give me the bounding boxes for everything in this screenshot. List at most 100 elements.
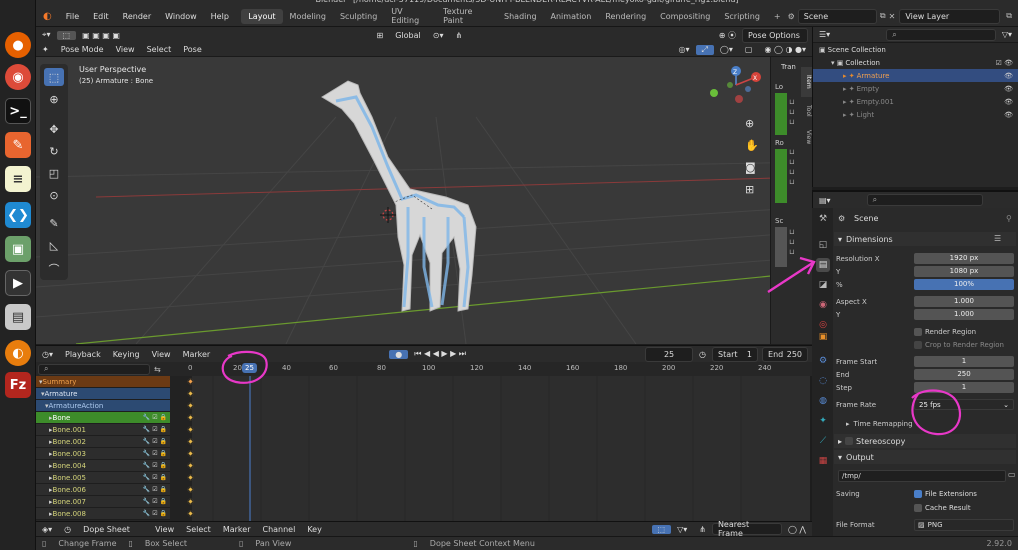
shading-icons[interactable]: ◉ ◯ ◑ ●▾ [758, 45, 812, 54]
image-viewer-icon[interactable]: ▣ [5, 236, 31, 262]
channel-row[interactable]: ▸ Bone.002 🔧 ☑ 🔒 [36, 436, 170, 448]
firefox-icon[interactable]: ● [5, 32, 31, 58]
channel-toggle-icons[interactable]: 🔧 ☑ 🔒 [143, 486, 167, 493]
frame-ruler[interactable]: 0 20 40 60 80 100 120 140 160 180 200 22… [170, 362, 810, 376]
render-region-checkbox[interactable]: Render Region [914, 326, 976, 338]
tab-item[interactable]: Item [801, 67, 812, 97]
gizmo-icon[interactable]: ⤢ [695, 44, 714, 55]
scale-fields[interactable] [775, 227, 787, 267]
properties-editor-icon[interactable]: ▤▾ [813, 196, 837, 205]
editor-type-icon[interactable]: ⌖▾ [36, 30, 57, 40]
footer-menu-marker[interactable]: Marker [217, 525, 257, 534]
add-workspace-icon[interactable]: + [767, 9, 788, 24]
lock-icons[interactable]: ⊔ ⊔ ⊔ ⊔ ⊔ ⊔ ⊔ ⊔ ⊔ ⊔ [789, 97, 794, 257]
channel-row[interactable]: ▾ ArmatureAction [36, 400, 170, 412]
crop-region-checkbox[interactable]: Crop to Render Region [914, 339, 1004, 351]
tab-sculpting[interactable]: Sculpting [333, 9, 384, 24]
scene-field[interactable]: Scene [797, 8, 877, 24]
timeline-menu-playback[interactable]: Playback [59, 350, 107, 359]
menu-render[interactable]: Render [116, 12, 158, 21]
frame-step-field[interactable]: 1 [914, 382, 1014, 393]
rotate-tool-icon[interactable]: ↻ [44, 142, 64, 160]
channel-row[interactable]: ▾ Armature [36, 388, 170, 400]
dopesheet-editor-icon[interactable]: ◈▾ [36, 525, 58, 534]
aspect-x-field[interactable]: 1.000 [914, 296, 1014, 307]
footer-menu-key[interactable]: Key [301, 525, 328, 534]
tab-rendering[interactable]: Rendering [598, 9, 653, 24]
footer-menu-view[interactable]: View [149, 525, 180, 534]
channel-toggle-icons[interactable]: 🔧 ☑ 🔒 [143, 510, 167, 517]
chrome-icon[interactable]: ◉ [5, 64, 31, 90]
outliner-search-input[interactable]: ⌕ [886, 28, 996, 41]
outliner-row[interactable]: ▸ ✦ Light 👁 [813, 108, 1018, 121]
close-scene-icon[interactable]: ✕ [889, 12, 896, 21]
outliner-row[interactable]: ▾ ▣ Collection ☑ 👁 [813, 56, 1018, 69]
object-data-tab-icon[interactable]: ✦ [816, 414, 830, 428]
output-path-field[interactable]: /tmp/ [838, 470, 1006, 482]
resolution-y-field[interactable]: 1080 px [914, 266, 1014, 277]
select-mode-icons[interactable]: ▣ ▣ ▣ ▣ [76, 31, 126, 40]
tab-tool[interactable]: Tool [801, 99, 812, 123]
output-tab-icon[interactable]: ▤ [816, 258, 830, 272]
move-tool-icon[interactable]: ✥ [44, 120, 64, 138]
select-box-tool-icon[interactable]: ⬚ [44, 68, 64, 86]
modifiers-tab-icon[interactable]: ⚙ [816, 354, 830, 368]
outliner-row[interactable]: ▸ ✦ Empty 👁 [813, 82, 1018, 95]
blender-logo-icon[interactable]: ◐ [36, 11, 59, 22]
menu-help[interactable]: Help [204, 12, 236, 21]
3d-viewport[interactable]: Z X User Perspective (25) Armature : Bon… [36, 57, 812, 344]
channel-row[interactable]: ▸ Bone.007 🔧 ☑ 🔒 [36, 496, 170, 508]
channel-row[interactable]: ▸ Bone.006 🔧 ☑ 🔒 [36, 484, 170, 496]
timeline-editor-icon[interactable]: ◷▾ [36, 350, 59, 359]
channel-toggle-icons[interactable]: 🔧 ☑ 🔒 [143, 462, 167, 469]
timeline-menu-view[interactable]: View [146, 350, 177, 359]
resolution-percent-field[interactable]: 100% [914, 279, 1014, 290]
channel-toggle-icons[interactable]: 🔧 ☑ 🔒 [143, 474, 167, 481]
bone-tab-icon[interactable]: ⟋ [816, 434, 830, 448]
outliner-row[interactable]: ▸ ✦ Armature 👁 [813, 69, 1018, 82]
visibility-toggle-icon[interactable]: 👁 [1004, 72, 1013, 80]
file-extensions-checkbox[interactable]: File Extensions [914, 488, 977, 500]
overlay-icon[interactable]: ◯▾ [714, 45, 739, 54]
visibility-toggle-icon[interactable]: ☑ 👁 [996, 59, 1013, 67]
dopesheet-area[interactable] [170, 376, 810, 521]
aspect-y-field[interactable]: 1.000 [914, 309, 1014, 320]
tab-uv-editing[interactable]: UV Editing [384, 4, 436, 28]
mode-dropdown[interactable]: Pose Mode [55, 45, 110, 54]
tab-animation[interactable]: Animation [544, 9, 599, 24]
cache-result-checkbox[interactable]: Cache Result [914, 502, 971, 514]
pose-options-dropdown[interactable]: Pose Options [742, 27, 808, 43]
files-icon[interactable]: ▤ [5, 304, 31, 330]
particles-tab-icon[interactable]: ◌ [816, 374, 830, 388]
location-fields[interactable] [775, 93, 787, 135]
channel-row[interactable]: ▸ Bone 🔧 ☑ 🔒 [36, 412, 170, 424]
stereoscopy-panel-header[interactable]: ▸ Stereoscopy [834, 434, 1016, 448]
swap-icon[interactable]: ⇆ [154, 365, 161, 374]
frame-start-field[interactable]: 1 [914, 356, 1014, 367]
channel-toggle-icons[interactable]: 🔧 ☑ 🔒 [143, 438, 167, 445]
scale-tool-icon[interactable]: ◰ [44, 164, 64, 182]
presets-icon[interactable]: ☰ [994, 234, 1001, 243]
output-panel-header[interactable]: ▾ Output [834, 450, 1016, 464]
channel-row[interactable]: ▸ Bone.001 🔧 ☑ 🔒 [36, 424, 170, 436]
playhead-label[interactable]: 25 [242, 363, 257, 373]
menu-file[interactable]: File [59, 12, 86, 21]
tab-layout[interactable]: Layout [241, 8, 283, 24]
notes-icon[interactable]: ≡ [5, 166, 31, 192]
transform-tool-icon[interactable]: ⊙ [44, 186, 64, 204]
texture-tab-icon[interactable]: ▦ [816, 454, 830, 468]
video-icon[interactable]: ▶ [5, 270, 31, 296]
zoom-icon[interactable]: ⊕ [745, 117, 754, 130]
dopesheet-mode-dropdown[interactable]: Dope Sheet [77, 525, 149, 534]
file-format-dropdown[interactable]: ▨ PNG [914, 519, 1014, 531]
folder-icon[interactable]: ▭ [1008, 470, 1016, 479]
channel-toggle-icons[interactable]: 🔧 ☑ 🔒 [143, 498, 167, 505]
channel-toggle-icons[interactable]: 🔧 ☑ 🔒 [143, 426, 167, 433]
menu-edit[interactable]: Edit [86, 12, 116, 21]
terminal-icon[interactable]: >_ [5, 98, 31, 124]
visibility-toggle-icon[interactable]: 👁 [1004, 98, 1013, 106]
pan-hand-icon[interactable]: ✋ [745, 139, 759, 152]
copy-icon[interactable]: ⧉ [880, 11, 886, 21]
channel-search-input[interactable]: ⌕ [38, 363, 150, 375]
measure-tool-icon[interactable]: ◺ [44, 236, 64, 254]
